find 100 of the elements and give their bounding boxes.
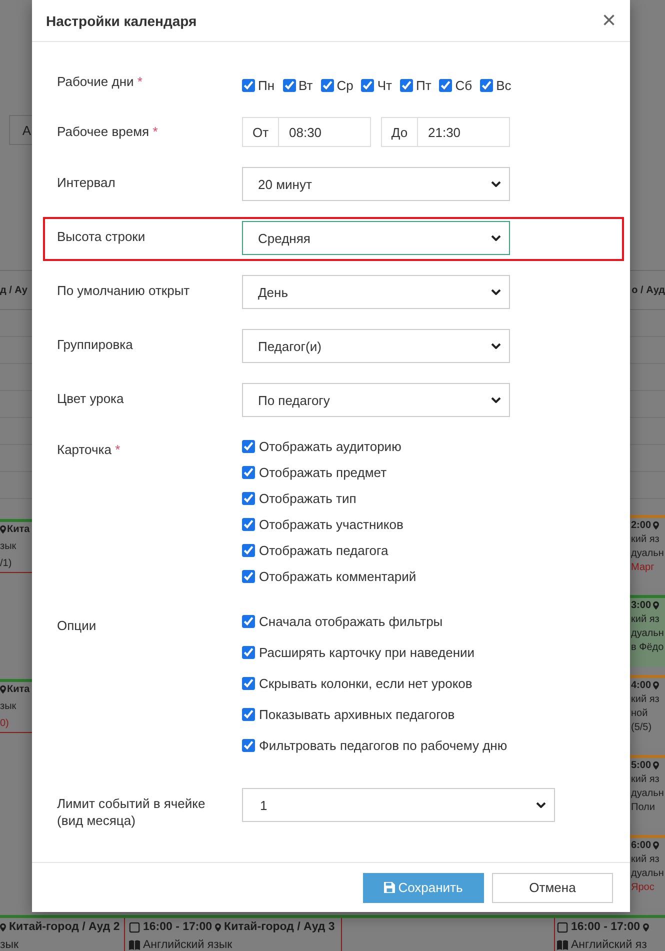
lesson-place: Кита <box>7 684 30 695</box>
lesson-subject: Английский язык <box>143 938 232 951</box>
field-label: Высота строки <box>57 229 146 244</box>
checkbox-label: Отображать педагога <box>259 542 388 558</box>
map-pin-icon <box>215 922 222 932</box>
lesson-teacher: Ярос <box>631 882 656 893</box>
lesson-subject: кий яз <box>631 774 660 785</box>
checkbox[interactable] <box>242 440 255 452</box>
lesson-type: дуальн <box>631 868 665 879</box>
time-field[interactable]: 08:30 <box>278 117 371 147</box>
select-field[interactable]: Средняя <box>242 221 510 255</box>
map-pin-icon <box>653 841 660 850</box>
dialog-title: Настройки календаря <box>46 12 197 28</box>
checkbox-label: Фильтровать педагогов по рабочему дню <box>259 738 508 753</box>
column-header: д / Ау <box>0 284 28 296</box>
chevron-down-icon <box>491 235 501 241</box>
cancel-button[interactable]: Отмена <box>492 872 613 902</box>
checkbox-label: Ср <box>336 78 354 92</box>
lesson-subject: зык <box>0 938 19 951</box>
lesson-time: 6:00 <box>631 840 652 851</box>
select-field[interactable]: День <box>242 275 510 309</box>
select-field[interactable]: Педагог(и) <box>242 329 510 363</box>
required-mark: * <box>137 74 142 89</box>
field-label: Группировка <box>57 337 133 352</box>
checkbox[interactable] <box>242 466 255 478</box>
checkbox[interactable] <box>242 78 255 92</box>
field-label: Рабочие дни <box>57 74 134 89</box>
lesson-subject: кий яз <box>631 534 660 545</box>
chevron-down-icon <box>491 343 501 349</box>
lesson-place: Китай-город / Ауд 3 <box>224 920 335 934</box>
lesson-type: дуальн <box>631 788 665 799</box>
required-mark: * <box>152 124 158 139</box>
lesson-count: 0) <box>0 718 10 729</box>
clock-icon <box>129 922 140 932</box>
chevron-down-icon <box>491 289 501 295</box>
lesson-type: ной <box>631 708 649 719</box>
checkbox-label: Показывать архивных педагогов <box>259 707 455 722</box>
lesson-time: 16:00 - 17:00 <box>143 920 212 934</box>
checkbox[interactable] <box>242 677 255 690</box>
checkbox[interactable] <box>242 708 255 721</box>
checkbox[interactable] <box>242 518 255 530</box>
lesson-time: 4:00 <box>631 680 652 691</box>
book-icon <box>557 940 568 950</box>
clock-icon <box>557 922 568 932</box>
lesson-subject: Английский яз <box>571 938 647 951</box>
checkbox[interactable] <box>400 78 413 92</box>
lesson-subject: зык <box>0 701 18 712</box>
lesson-type: дуальн <box>631 548 665 559</box>
lesson-subject: кий яз <box>631 614 660 625</box>
field-label: Опции <box>57 618 96 633</box>
checkbox-label: Скрывать колонки, если нет уроков <box>259 676 472 691</box>
lesson-teacher: (5/5) <box>631 722 653 733</box>
lesson-card[interactable]: Кита зык /1) <box>0 519 32 573</box>
field-label: Интервал <box>57 175 116 190</box>
checkbox[interactable] <box>439 78 452 92</box>
chevron-down-icon <box>491 181 501 187</box>
checkbox-label: Пт <box>416 78 432 92</box>
column-header: о / Ауд <box>632 284 665 296</box>
checkbox-label: Вс <box>496 78 512 92</box>
select-field[interactable]: 20 минут <box>242 167 510 201</box>
checkbox-label: Отображать участников <box>259 516 404 532</box>
lesson-card[interactable]: 3:00 кий яз дуальн в Фёдо <box>630 595 665 667</box>
select-field[interactable]: 1 <box>242 788 555 822</box>
lesson-place: Кита <box>7 524 30 535</box>
lesson-type: дуальн <box>631 628 665 639</box>
chevron-down-icon <box>491 397 501 403</box>
close-button[interactable]: × <box>602 8 616 32</box>
checkbox[interactable] <box>242 739 255 752</box>
lesson-count: /1) <box>0 558 13 569</box>
field-label: Карточка <box>57 442 112 457</box>
checkbox[interactable] <box>242 646 255 659</box>
checkbox[interactable] <box>242 492 255 504</box>
checkbox-label: Расширять карточку при наведении <box>259 645 475 660</box>
checkbox[interactable] <box>282 78 296 92</box>
lesson-card[interactable]: Кита зык 0) <box>0 679 32 733</box>
checkbox[interactable] <box>361 78 374 92</box>
checkbox[interactable] <box>320 78 334 92</box>
checkbox-label: Отображать тип <box>259 490 356 506</box>
checkbox[interactable] <box>242 544 255 556</box>
lesson-teacher: Поли <box>631 802 656 813</box>
checkbox[interactable] <box>242 570 255 582</box>
checkbox-label: Отображать предмет <box>259 464 387 480</box>
map-pin-icon <box>653 681 660 690</box>
save-button[interactable]: Сохранить <box>363 872 484 902</box>
field-label: По умолчанию открыт <box>57 283 190 298</box>
field-label: Цвет урока <box>57 391 124 406</box>
map-pin-icon <box>653 761 660 770</box>
checkbox-label: Вт <box>298 78 313 92</box>
map-pin-icon <box>643 922 650 932</box>
time-field[interactable]: 21:30 <box>417 117 510 147</box>
lesson-time: 2:00 <box>631 520 652 531</box>
checkbox[interactable] <box>480 78 494 92</box>
map-pin-icon <box>0 525 6 534</box>
field-label: Лимит событий в ячейке (вид месяца) <box>57 796 206 828</box>
checkbox[interactable] <box>242 615 255 628</box>
field-label: Рабочее время <box>57 124 150 139</box>
checkbox-label: Чт <box>377 78 392 92</box>
select-field[interactable]: По педагогу <box>242 383 510 417</box>
lesson-time: 16:00 - 17:00 <box>571 920 640 934</box>
checkbox-label: Сб <box>455 78 472 92</box>
